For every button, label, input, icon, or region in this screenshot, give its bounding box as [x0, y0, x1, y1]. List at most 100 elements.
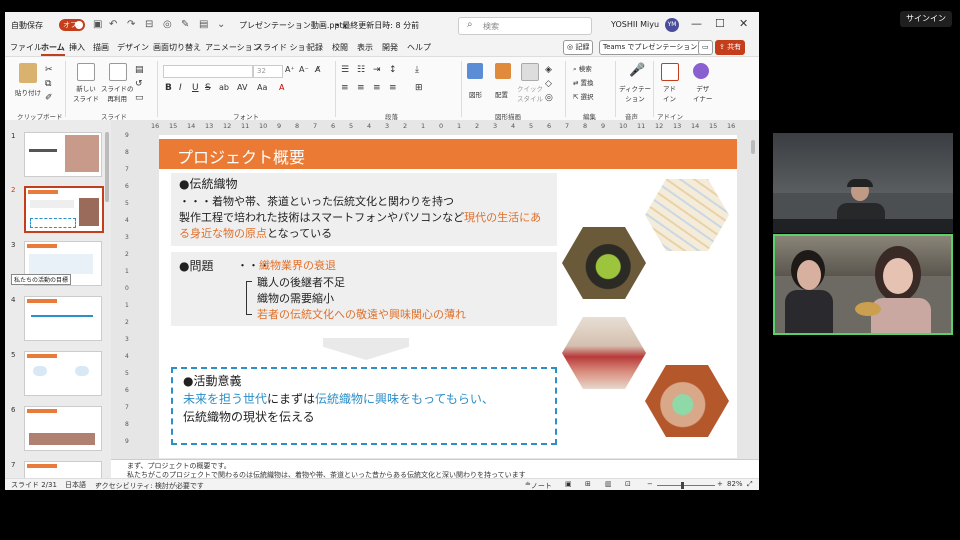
layout-icon[interactable]: ▤ — [199, 19, 208, 30]
fill-icon[interactable]: ◈ — [545, 65, 552, 75]
find-button[interactable]: ⌕ 検索 — [573, 63, 592, 74]
tab-draw[interactable]: 描画 — [93, 42, 109, 53]
font-name-combo[interactable] — [163, 65, 253, 78]
autosave-toggle[interactable]: オフ — [59, 19, 85, 31]
tab-developer[interactable]: 開発 — [382, 42, 398, 53]
tab-design[interactable]: デザイン — [117, 42, 149, 53]
save-icon[interactable]: ▣ — [93, 19, 102, 30]
shapes-icon[interactable] — [467, 63, 483, 79]
tab-help[interactable]: ヘルプ — [407, 42, 431, 53]
slide-thumbnail-1[interactable] — [24, 132, 102, 177]
tab-transitions[interactable]: 画面切り替え — [153, 42, 201, 53]
new-slide-icon[interactable] — [77, 63, 95, 81]
new-slide-label[interactable]: 新しい スライド — [73, 83, 99, 103]
format-painter-icon[interactable]: ✐ — [45, 93, 53, 103]
designer-label[interactable]: デザ イナー — [693, 83, 712, 103]
fit-to-window-icon[interactable]: ⤢ — [747, 480, 753, 489]
copy-icon[interactable]: ⧉ — [45, 79, 51, 89]
addins-label[interactable]: アド イン — [663, 83, 676, 103]
line-spacing-icon[interactable]: ↕ — [389, 65, 397, 75]
language-indicator[interactable]: 日本語 — [65, 480, 86, 490]
section-icon[interactable]: ▭ — [135, 93, 144, 103]
grow-font-icon[interactable]: A⁺ — [285, 65, 295, 74]
sketch-icon[interactable]: ✎ — [181, 19, 189, 30]
slide-thumbnail-7[interactable] — [24, 461, 102, 479]
matcha-image[interactable] — [562, 227, 646, 299]
align-right-icon[interactable]: ≡ — [373, 83, 381, 93]
sorter-view-icon[interactable]: ⊞ — [585, 480, 591, 488]
font-color-icon[interactable]: A — [279, 83, 284, 92]
slide-canvas[interactable]: プロジェクト概要 ●伝統織物 ・・・着物や帯、茶道といった伝統文化と関わりを持つ… — [159, 135, 737, 458]
record-icon[interactable]: ◎ — [163, 19, 172, 30]
bold-button[interactable]: B — [165, 83, 172, 93]
shapes-label[interactable]: 図形 — [469, 89, 482, 99]
spacing-icon[interactable]: AV — [237, 83, 247, 92]
record-button[interactable]: ◎ 記録 — [563, 40, 594, 55]
participant-video-1[interactable] — [773, 133, 953, 233]
align-left-icon[interactable]: ≡ — [341, 83, 349, 93]
zoom-slider[interactable] — [657, 482, 715, 489]
zoom-out-button[interactable]: − — [647, 480, 653, 488]
tab-home[interactable]: ホーム — [41, 42, 65, 56]
slide-thumbnail-5[interactable] — [24, 351, 102, 396]
participant-video-2[interactable] — [773, 234, 953, 335]
shrink-font-icon[interactable]: A⁻ — [299, 65, 309, 74]
shadow-icon[interactable]: ab — [219, 83, 229, 92]
font-size-combo[interactable]: 32 — [253, 65, 283, 78]
close-button[interactable]: ✕ — [739, 17, 748, 30]
bullets-icon[interactable]: ☰ — [341, 65, 349, 75]
dictation-label[interactable]: ディクテー ション — [619, 83, 651, 103]
slide-thumbnail-6[interactable] — [24, 406, 102, 451]
zoom-level[interactable]: 82% — [727, 480, 743, 488]
text-direction-icon[interactable]: ⤓ — [415, 65, 419, 75]
tab-animations[interactable]: アニメーション — [205, 42, 261, 53]
editor-scrollbar[interactable] — [751, 140, 755, 154]
indent-icon[interactable]: ⇥ — [373, 65, 381, 75]
designer-icon[interactable] — [693, 63, 709, 79]
microphone-icon[interactable]: 🎤 — [629, 63, 645, 78]
reuse-slide-label[interactable]: スライドの 再利用 — [101, 83, 134, 103]
zoom-in-button[interactable]: + — [717, 480, 723, 488]
tab-view[interactable]: 表示 — [357, 42, 373, 53]
replace-button[interactable]: ⇄ 置換 — [573, 77, 594, 87]
customize-toolbar-icon[interactable]: ⌄ — [217, 19, 225, 30]
strike-button[interactable]: S — [205, 83, 211, 93]
slide-title[interactable]: プロジェクト概要 — [177, 144, 305, 168]
tab-slideshow[interactable]: スライド ショー — [255, 42, 314, 53]
reset-icon[interactable]: ↺ — [135, 79, 143, 89]
case-icon[interactable]: Aa — [257, 83, 267, 92]
paste-icon[interactable] — [19, 63, 37, 83]
save-status[interactable]: • 最終更新日時: 8 分前 — [335, 20, 419, 31]
smartart-icon[interactable]: ⊞ — [415, 83, 423, 93]
quick-styles-icon[interactable] — [521, 63, 539, 81]
select-button[interactable]: ⇱ 選択 — [573, 91, 594, 101]
user-name[interactable]: YOSHII Miyu — [611, 20, 659, 29]
search-box[interactable]: ⌕ 検索 — [458, 17, 592, 35]
tab-insert[interactable]: 挿入 — [69, 42, 85, 53]
thumbnails-scrollbar[interactable] — [105, 132, 109, 202]
minimize-button[interactable]: — — [691, 17, 702, 30]
paste-label[interactable]: 貼り付け — [15, 87, 41, 97]
present-icon[interactable]: ⊟ — [145, 19, 153, 30]
slide-thumbnail-2[interactable] — [24, 186, 104, 233]
quick-styles-label[interactable]: クイック スタイル — [517, 83, 543, 103]
reuse-slide-icon[interactable] — [109, 63, 127, 81]
undo-icon[interactable]: ↶ — [109, 19, 117, 30]
arrange-label[interactable]: 配置 — [495, 89, 508, 99]
teams-present-button[interactable]: Teams でプレゼンテーション — [599, 40, 702, 55]
numbering-icon[interactable]: ☷ — [357, 65, 365, 75]
tab-record[interactable]: 記録 — [307, 42, 323, 53]
share-button[interactable]: ⇪ 共有 — [715, 40, 746, 55]
avatar[interactable]: YM — [665, 18, 679, 32]
textile-pattern-image[interactable] — [645, 179, 729, 251]
redo-icon[interactable]: ↷ — [127, 19, 135, 30]
smartphone-image[interactable] — [645, 365, 729, 437]
italic-button[interactable]: I — [179, 83, 182, 93]
signin-button[interactable]: サインイン — [900, 11, 952, 27]
speaker-notes[interactable]: まず、プロジェクトの概要です。 私たちがこのプロジェクトで関わるのは伝統織物は、… — [111, 459, 759, 479]
cut-icon[interactable]: ✂ — [45, 65, 53, 75]
clear-format-icon[interactable]: A̸ — [315, 65, 320, 74]
notes-toggle[interactable]: ≐ ノート — [525, 480, 552, 490]
outline-icon[interactable]: ◇ — [545, 79, 552, 89]
kimono-image[interactable] — [562, 317, 646, 389]
